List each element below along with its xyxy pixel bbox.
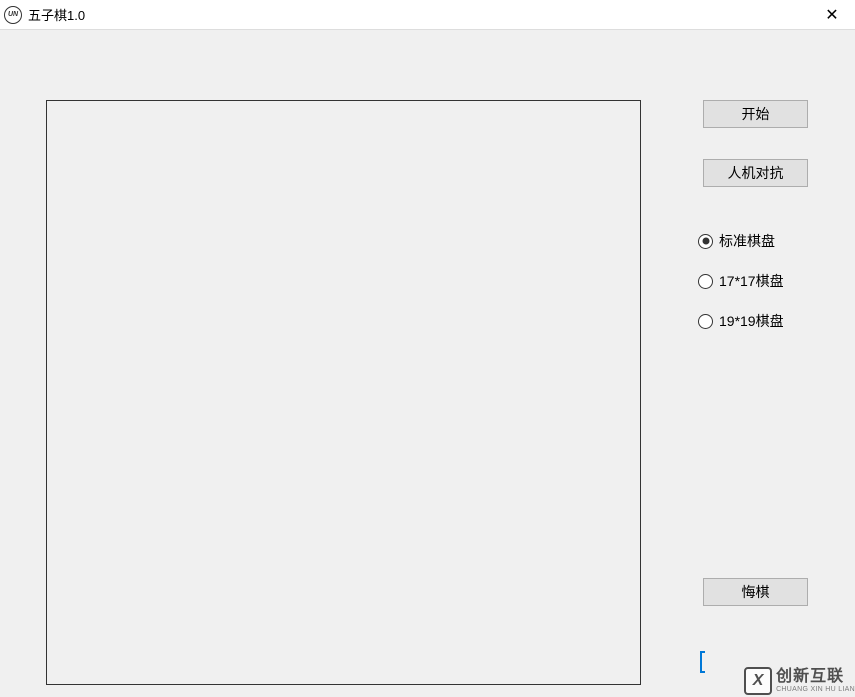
bracket-mark (700, 651, 705, 673)
close-button[interactable]: ✕ (809, 0, 855, 30)
mode-button[interactable]: 人机对抗 (703, 159, 808, 187)
watermark: X 创新互联 CHUANG XIN HU LIAN (744, 667, 855, 695)
board-size-group: 标准棋盘 17*17棋盘 19*19棋盘 (698, 231, 784, 331)
radio-19-board[interactable]: 19*19棋盘 (698, 311, 784, 331)
radio-icon (698, 274, 713, 289)
client-area: 开始 人机对抗 标准棋盘 17*17棋盘 19*19棋盘 悔棋 X 创新互联 C… (0, 30, 855, 697)
window-title: 五子棋1.0 (28, 5, 85, 24)
watermark-en: CHUANG XIN HU LIAN (776, 686, 855, 694)
close-icon: ✕ (825, 5, 838, 25)
start-button[interactable]: 开始 (703, 100, 808, 128)
radio-17-board[interactable]: 17*17棋盘 (698, 271, 784, 291)
titlebar: UN 五子棋1.0 ✕ (0, 0, 855, 30)
radio-icon (698, 314, 713, 329)
app-icon: UN (4, 6, 22, 24)
radio-standard-board[interactable]: 标准棋盘 (698, 231, 784, 251)
radio-label: 17*17棋盘 (719, 271, 784, 291)
undo-button[interactable]: 悔棋 (703, 578, 808, 606)
watermark-text: 创新互联 CHUANG XIN HU LIAN (776, 668, 855, 693)
radio-icon (698, 234, 713, 249)
watermark-cn: 创新互联 (776, 668, 855, 686)
watermark-icon: X (744, 667, 772, 695)
game-board[interactable] (46, 100, 641, 685)
radio-label: 标准棋盘 (719, 231, 775, 251)
radio-label: 19*19棋盘 (719, 311, 784, 331)
